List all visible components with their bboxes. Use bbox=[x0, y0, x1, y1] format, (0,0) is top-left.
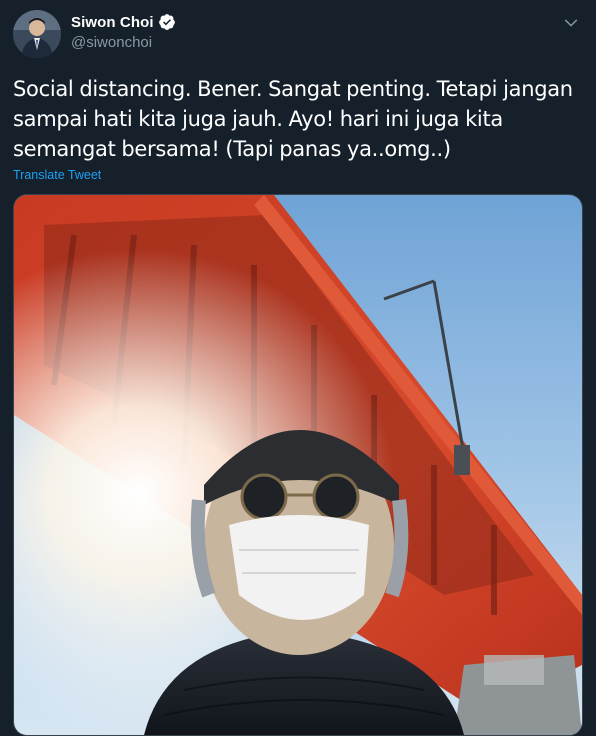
verified-badge-icon bbox=[158, 13, 176, 31]
display-name-row: Siwon Choi bbox=[71, 12, 176, 32]
display-name[interactable]: Siwon Choi bbox=[71, 14, 154, 31]
tweet-text: Social distancing. Bener. Sangat penting… bbox=[13, 77, 573, 161]
avatar[interactable] bbox=[13, 10, 61, 58]
chevron-down-icon[interactable] bbox=[562, 14, 580, 32]
avatar-image bbox=[13, 10, 61, 58]
photo-image bbox=[14, 195, 582, 735]
tweet-card: Siwon Choi @siwonchoi Social distancing.… bbox=[0, 0, 596, 736]
tweet-photo[interactable] bbox=[13, 194, 583, 736]
translate-tweet-link[interactable]: Translate Tweet bbox=[13, 168, 101, 182]
handle[interactable]: @siwonchoi bbox=[71, 34, 176, 51]
author-info[interactable]: Siwon Choi @siwonchoi bbox=[71, 12, 176, 51]
